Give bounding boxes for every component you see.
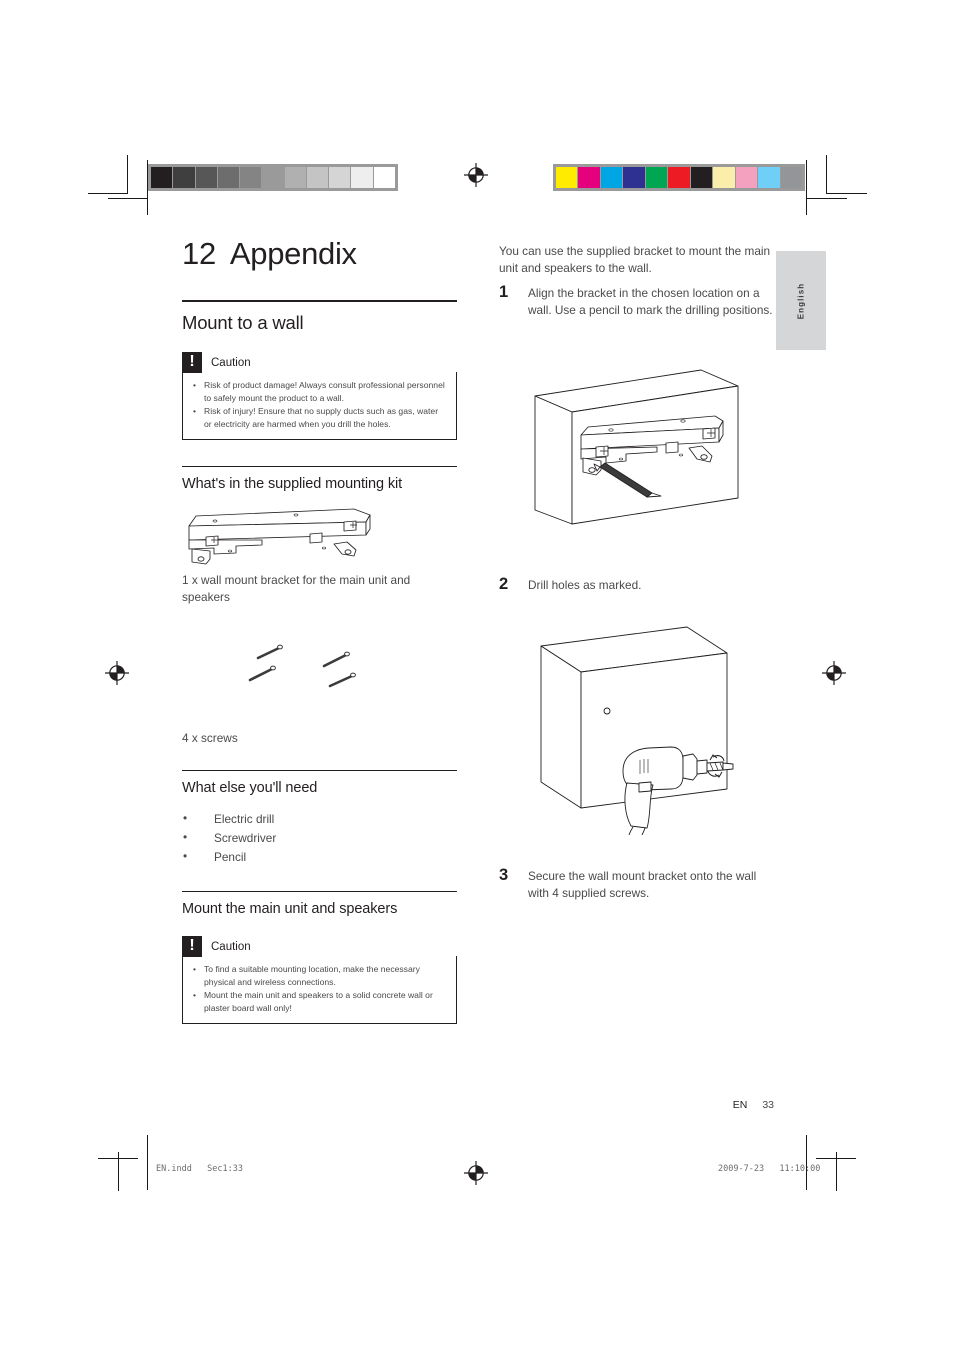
needed-heading: What else you'll need [182,779,318,796]
subsection-rule [182,769,457,771]
step-text: Drill holes as marked. [528,578,642,593]
four-screws-illustration [246,638,457,694]
wall-mount-bracket-illustration [184,504,457,566]
folio-locale: EN [732,1099,748,1111]
manual-page: 12Appendix Mount to a wall ! Caution Ris… [0,0,954,1350]
step-number: 3 [499,866,509,885]
caution-item: Risk of product damage! Always consult p… [192,378,447,405]
chapter-number: 12 [182,236,216,271]
list-item: Screwdriver [182,828,457,848]
left-column: 12 Appendix Mount to a wall ! Caution Ris… [182,236,457,1030]
caution-body: Risk of product damage! Always consult p… [182,372,457,441]
list-item: Pencil [182,847,457,867]
step-3: 3 Secure the wall mount bracket onto the… [499,866,774,902]
language-tab: English [776,251,826,350]
kit-heading: What's in the supplied mounting kit [182,476,403,493]
list-item: Electric drill [182,809,457,829]
caution-item: Mount the main unit and speakers to a so… [192,989,447,1015]
caution-header: ! Caution [182,936,457,958]
caution-note-mounting: ! Caution To find a suitable mounting lo… [182,936,457,1025]
step-number: 1 [499,282,509,301]
chapter-title: Appendix [229,236,357,271]
folio-page-number: 33 [762,1099,774,1111]
bracket-caption: 1 x wall mount bracket for the main unit… [182,573,411,605]
caution-item: Risk of injury! Ensure that no supply du… [192,405,447,431]
caution-header: ! Caution [182,352,457,373]
chapter-heading: 12 Appendix [182,236,457,272]
right-column: You can use the supplied bracket to moun… [499,243,774,902]
step-1: 1 Align the bracket in the chosen locati… [499,283,774,319]
step-2: 2 Drill holes as marked. [499,575,774,594]
caution-note-product-damage: ! Caution Risk of product damage! Always… [182,352,457,441]
print-slug-filename: EN.indd Sec1:33 [156,1164,243,1174]
language-tab-label: English [796,282,806,319]
needed-list: Electric drill Screwdriver Pencil [182,809,457,867]
procedure-intro: You can use the supplied bracket to moun… [499,244,771,275]
caution-item: To find a suitable mounting location, ma… [192,963,447,989]
folio: EN 33 [499,1099,774,1111]
caution-label: Caution [211,356,251,369]
section-title: Mount to a wall [182,312,304,333]
exclamation-icon: ! [182,936,202,958]
bracket-aligned-on-wall-illustration [526,364,774,529]
drilling-holes-in-wall-illustration [527,623,774,836]
caution-label: Caution [211,940,251,953]
subsection-rule [182,466,457,468]
screws-caption: 4 x screws [182,730,238,745]
step-text: Align the bracket in the chosen location… [528,285,773,317]
caution-body: To find a suitable mounting location, ma… [182,956,457,1025]
step-text: Secure the wall mount bracket onto the w… [528,869,757,901]
step-number: 2 [499,575,509,594]
section-rule [182,300,457,302]
exclamation-icon: ! [182,352,202,373]
subsection-rule [182,891,457,893]
mounting-heading: Mount the main unit and speakers [182,901,398,918]
print-slug-timestamp: 2009-7-23 11:10:00 [718,1164,821,1174]
